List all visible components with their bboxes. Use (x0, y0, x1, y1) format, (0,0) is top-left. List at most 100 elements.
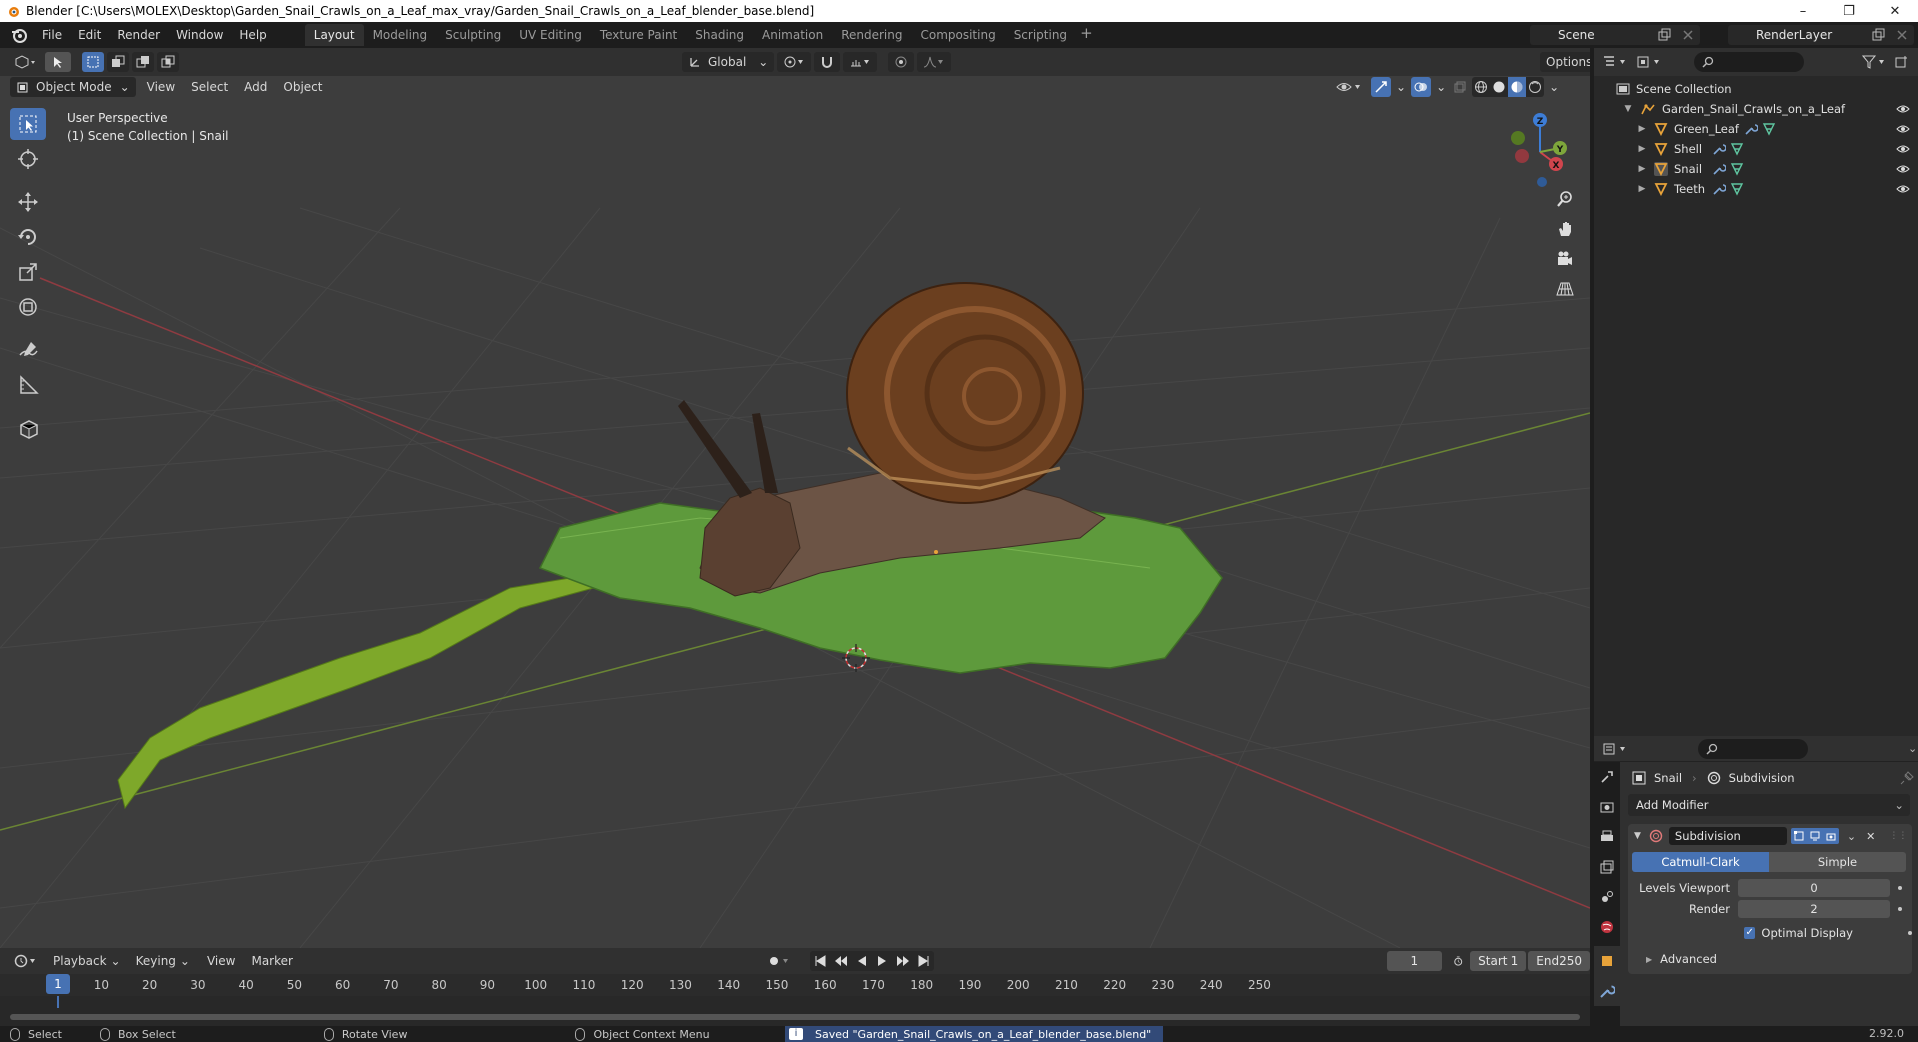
add-modifier-dropdown[interactable]: Add Modifier ⌄ (1628, 794, 1910, 816)
outliner-row-object-active[interactable]: ▶ Snail (1594, 159, 1918, 179)
outliner-row-object[interactable]: ▶ Shell (1594, 139, 1918, 159)
chevron-down-icon[interactable]: ⌄ (1908, 742, 1917, 755)
3d-viewport[interactable]: Global ⌄ Options ⌄ Object Mode ⌄ View (0, 48, 1590, 948)
tab-tool[interactable] (1594, 762, 1620, 792)
modifier-wrench-icon[interactable] (1712, 162, 1726, 176)
tab-scripting[interactable]: Scripting (1005, 24, 1076, 46)
collapse-arrow-icon[interactable]: ▼ (1634, 831, 1641, 841)
pan-button[interactable] (1552, 216, 1578, 242)
expand-arrow-icon[interactable]: ▶ (1636, 124, 1648, 134)
filter-icon[interactable] (1862, 55, 1888, 69)
select-mode-button[interactable] (45, 52, 71, 72)
tab-shading[interactable]: Shading (686, 24, 753, 46)
snap-target-dropdown[interactable] (843, 52, 878, 72)
outliner-row-scene-collection[interactable]: Scene Collection (1594, 79, 1918, 99)
proportional-edit-toggle[interactable] (888, 52, 915, 72)
shading-material-button[interactable] (1508, 77, 1527, 97)
jump-keyframe-back-button[interactable] (829, 951, 852, 971)
select-box-new-button[interactable] (82, 52, 104, 72)
select-intersect-button[interactable] (157, 52, 179, 72)
editor-type-button[interactable] (8, 951, 44, 971)
minimize-button[interactable]: – (1780, 0, 1826, 22)
outliner-editor-type-icon[interactable] (1602, 55, 1630, 69)
tab-uv-editing[interactable]: UV Editing (510, 24, 591, 46)
tool-add-cube[interactable] (10, 412, 46, 444)
jump-end-button[interactable] (913, 951, 934, 971)
catmull-clark-option[interactable]: Catmull-Clark (1632, 852, 1769, 872)
display-mode-icon[interactable] (1636, 55, 1664, 69)
expand-arrow-icon[interactable]: ▶ (1636, 164, 1648, 174)
tab-texture-paint[interactable]: Texture Paint (591, 24, 686, 46)
jump-keyframe-forward-button[interactable] (891, 951, 914, 971)
maximize-button[interactable]: ❐ (1826, 0, 1872, 22)
tab-view-layer[interactable] (1594, 852, 1620, 882)
tool-scale[interactable] (10, 256, 46, 288)
current-frame-indicator[interactable]: 1 (46, 974, 70, 994)
edit-mode-toggle[interactable] (1790, 828, 1807, 844)
snap-toggle[interactable] (814, 52, 841, 72)
mesh-data-icon[interactable] (1730, 162, 1744, 176)
zoom-button[interactable] (1552, 186, 1578, 212)
chevron-down-icon[interactable]: ⌄ (1847, 830, 1856, 843)
viewport-menu-select[interactable]: Select (183, 76, 236, 98)
scene-selector[interactable]: Scene (1530, 25, 1700, 45)
properties-editor-type-icon[interactable] (1602, 742, 1630, 756)
menu-render[interactable]: Render (109, 22, 168, 48)
keying-menu[interactable]: Keying ⌄ (130, 951, 196, 971)
eye-icon[interactable] (1896, 123, 1910, 135)
keyframe-dot-icon[interactable] (1898, 907, 1902, 911)
visibility-dropdown[interactable] (1330, 77, 1368, 97)
gizmo-toggle[interactable] (1371, 77, 1391, 97)
viewport-menu-view[interactable]: View (139, 76, 183, 98)
keyframe-dot-icon[interactable] (1898, 886, 1902, 890)
tab-layout[interactable]: Layout (304, 24, 364, 46)
mode-dropdown[interactable]: Object Mode ⌄ (10, 77, 136, 97)
modifier-wrench-icon[interactable] (1712, 182, 1726, 196)
shading-dropdown[interactable]: ⌄ (1547, 77, 1561, 97)
blender-menu-icon[interactable] (10, 26, 28, 44)
pivot-point-dropdown[interactable] (777, 52, 812, 72)
tab-scene[interactable] (1594, 882, 1620, 912)
expand-arrow-icon[interactable]: ▼ (1622, 104, 1634, 114)
tool-cursor[interactable] (10, 143, 46, 175)
view-layer-selector[interactable]: RenderLayer (1728, 25, 1914, 45)
select-subtract-button[interactable] (132, 52, 154, 72)
timeline-menu-marker[interactable]: Marker (243, 948, 300, 974)
advanced-subpanel[interactable]: ▶ Advanced (1628, 949, 1912, 969)
levels-viewport-field[interactable]: 0 (1738, 879, 1890, 897)
tab-sculpting[interactable]: Sculpting (436, 24, 510, 46)
tab-output[interactable] (1594, 822, 1620, 852)
frame-start-field[interactable]: Start 1 (1470, 951, 1527, 971)
tab-world[interactable] (1594, 912, 1620, 942)
outliner-search-input[interactable] (1694, 52, 1804, 72)
remove-icon[interactable] (1894, 28, 1910, 42)
eye-icon[interactable] (1896, 143, 1910, 155)
navigation-gizmo[interactable]: Z X Y (1500, 108, 1580, 188)
stopwatch-icon[interactable] (1452, 954, 1464, 968)
transform-orientation-dropdown[interactable]: Global ⌄ (682, 52, 775, 72)
mesh-data-icon[interactable] (1762, 122, 1776, 136)
editor-type-button[interactable] (8, 52, 42, 72)
play-button[interactable] (871, 951, 892, 971)
viewport-menu-object[interactable]: Object (275, 76, 330, 98)
tool-rotate[interactable] (10, 221, 46, 253)
optimal-display-checkbox[interactable]: ✓ (1744, 927, 1756, 939)
tab-modifiers[interactable] (1594, 976, 1620, 1006)
shading-solid-button[interactable] (1490, 77, 1509, 97)
tool-transform[interactable] (10, 291, 46, 323)
close-button[interactable]: ✕ (1872, 0, 1918, 22)
play-reverse-button[interactable] (851, 951, 872, 971)
expand-arrow-icon[interactable]: ▶ (1636, 184, 1648, 194)
eye-icon[interactable] (1896, 103, 1910, 115)
menu-help[interactable]: Help (231, 22, 274, 48)
frame-end-field[interactable]: End 250 (1528, 951, 1590, 971)
eye-icon[interactable] (1896, 163, 1910, 175)
tab-render[interactable] (1594, 792, 1620, 822)
new-collection-icon[interactable] (1894, 55, 1910, 69)
modifier-name-input[interactable]: Subdivision (1668, 827, 1787, 845)
remove-icon[interactable] (1680, 28, 1696, 42)
gizmo-dropdown[interactable]: ⌄ (1394, 77, 1408, 97)
tool-measure[interactable] (10, 369, 46, 401)
timeline-ruler[interactable]: 1 10 20 30 40 50 60 70 80 90 100 110 120 130 140 150 16… (0, 974, 1590, 996)
tab-rendering[interactable]: Rendering (832, 24, 911, 46)
